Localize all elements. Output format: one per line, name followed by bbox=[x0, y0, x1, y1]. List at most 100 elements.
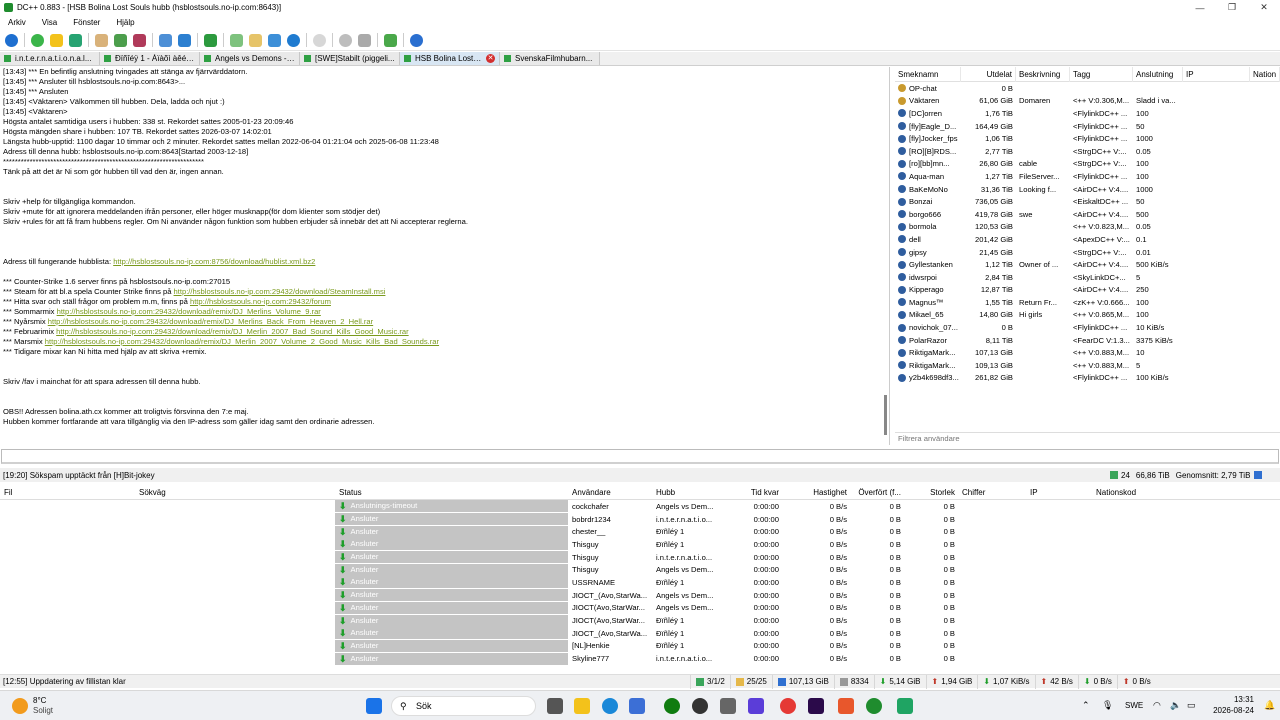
user-row[interactable]: y2b4k698df3... 261,82 GiB <FlylinkDC++ ...… bbox=[895, 372, 1280, 385]
user-row[interactable]: bormola 120,53 GiB <++ V:0.823,M... 0.05 bbox=[895, 221, 1280, 234]
tray-chevron-icon[interactable]: ⌃ bbox=[1082, 700, 1090, 711]
transfer-row[interactable]: ⬇ Ansluter Skyline777 i.n.t.e.r.n.a.t.i.o..… bbox=[0, 652, 1280, 665]
user-row[interactable]: [fly]Jocker_fps 1,06 TiB <FlylinkDC++ ... 1… bbox=[895, 132, 1280, 145]
edge-browser-icon[interactable] bbox=[602, 698, 618, 714]
dropdown-icon[interactable] bbox=[1254, 471, 1263, 479]
wifi-icon[interactable]: ◠ bbox=[1153, 700, 1161, 711]
col-ip[interactable]: IP bbox=[1026, 486, 1092, 500]
finished-downloads-icon[interactable] bbox=[114, 33, 127, 47]
settings-gear-icon[interactable] bbox=[339, 33, 352, 47]
store-icon[interactable] bbox=[629, 698, 645, 714]
col-path[interactable]: Sökväg bbox=[135, 486, 335, 500]
chat-link[interactable]: http://hsblostsouls.no-ip.com:29432/down… bbox=[48, 317, 373, 326]
transfer-row[interactable]: ⬇ Ansluter Thisguy Ðïñîéÿ 1 0:00:00 0 B/s 0 B 0… bbox=[0, 538, 1280, 551]
task-view-icon[interactable] bbox=[547, 698, 563, 714]
transfer-row[interactable]: ⬇ Ansluter USSRNAME Ðïñîéÿ 1 0:00:00 0 B/s 0 B… bbox=[0, 576, 1280, 589]
tab-angels-vs-demons[interactable]: Angels vs Demons - ... bbox=[200, 52, 300, 65]
weather-sun-icon[interactable] bbox=[12, 698, 28, 714]
speed-limit-icon[interactable] bbox=[313, 33, 326, 47]
close-button[interactable]: ✕ bbox=[1248, 0, 1280, 15]
tab-russian-hub[interactable]: Ðïñîéÿ 1 - Àïàõì àêéå... bbox=[100, 52, 200, 65]
chat-link[interactable]: http://hsblostsouls.no-ip.com:29432/down… bbox=[57, 307, 321, 316]
user-row[interactable]: PolarRazor 8,11 TiB <FearDC V:1.3... 3375 K… bbox=[895, 334, 1280, 347]
notepad-icon[interactable] bbox=[358, 33, 371, 47]
language-indicator[interactable]: SWE bbox=[1125, 701, 1143, 710]
app-icon[interactable] bbox=[748, 698, 764, 714]
open-own-list-icon[interactable] bbox=[249, 33, 262, 47]
search-icon[interactable] bbox=[159, 33, 172, 47]
tab-swe-stabilt[interactable]: [SWE]Stabilt (piggeli... bbox=[300, 52, 400, 65]
user-row[interactable]: RiktigaMark... 109,13 GiB <++ V:0.883,M...… bbox=[895, 359, 1280, 372]
col-transferred[interactable]: Överfört (f... bbox=[850, 486, 904, 500]
menu-fonster[interactable]: Fönster bbox=[65, 18, 108, 27]
chat-input[interactable] bbox=[1, 449, 1279, 464]
col-connection[interactable]: Anslutning bbox=[1133, 67, 1183, 82]
transfer-row[interactable]: ⬇ Ansluter chester__ Ðïñîéÿ 1 0:00:00 0 B/s 0 … bbox=[0, 525, 1280, 538]
notifications-icon[interactable]: 🔔 bbox=[1264, 700, 1275, 711]
menu-arkiv[interactable]: Arkiv bbox=[0, 18, 34, 27]
clock-time[interactable]: 13:31 bbox=[1230, 695, 1254, 704]
col-nation[interactable]: Nation bbox=[1250, 67, 1280, 82]
favorite-users-icon[interactable] bbox=[69, 33, 82, 47]
app-icon[interactable] bbox=[897, 698, 913, 714]
col-file[interactable]: Fil bbox=[0, 486, 135, 500]
chrome-icon[interactable] bbox=[780, 698, 796, 714]
adl-search-icon[interactable] bbox=[178, 33, 191, 47]
media-player-icon[interactable] bbox=[692, 698, 708, 714]
user-row[interactable]: [RO][B]RDS... 2,77 TiB <StrgDC++ V:... 0.05 bbox=[895, 145, 1280, 158]
xbox-icon[interactable] bbox=[664, 698, 680, 714]
maximize-button[interactable]: ❐ bbox=[1216, 0, 1248, 15]
match-queue-icon[interactable] bbox=[268, 33, 281, 47]
download-queue-icon[interactable] bbox=[95, 33, 108, 47]
col-description[interactable]: Beskrivning bbox=[1016, 67, 1070, 82]
transfer-row[interactable]: ⬇ Ansluter JIOCT(Avo,StarWar... Angels vs D… bbox=[0, 601, 1280, 615]
user-row[interactable]: Mikael_65 14,80 GiB Hi girls <++ V:0.865,M.… bbox=[895, 309, 1280, 322]
user-filter-input[interactable]: Filtrera användare bbox=[895, 432, 1280, 445]
user-row[interactable]: novichok_07... 0 B <FlylinkDC++ ... 10 KiB/… bbox=[895, 321, 1280, 334]
chat-link[interactable]: http://hsblostsouls.no-ip.com:29432/foru… bbox=[190, 297, 331, 306]
col-time-left[interactable]: Tid kvar bbox=[722, 486, 782, 500]
user-row[interactable]: RiktigaMark... 107,13 GiB <++ V:0.883,M...… bbox=[895, 346, 1280, 359]
menu-visa[interactable]: Visa bbox=[34, 18, 65, 27]
user-row[interactable]: Aqua-man 1,27 TiB FileServer... <FlylinkDC+… bbox=[895, 170, 1280, 183]
favorites-star-icon[interactable] bbox=[50, 33, 63, 47]
clock-date[interactable]: 2026-08-24 bbox=[1211, 706, 1254, 715]
close-tab-icon[interactable]: ✕ bbox=[486, 54, 495, 63]
user-row[interactable]: [DC]orren 1,76 TiB <FlylinkDC++ ... 100 bbox=[895, 107, 1280, 120]
col-hub[interactable]: Hubb bbox=[652, 486, 722, 500]
col-status[interactable]: Status bbox=[335, 486, 568, 500]
col-size[interactable]: Storlek bbox=[904, 486, 958, 500]
refresh-icon[interactable] bbox=[287, 33, 300, 47]
chat-log[interactable]: [13:43] *** En befintlig anslutning tvin… bbox=[1, 67, 890, 445]
chat-link[interactable]: http://hsblostsouls.no-ip.com:8756/downl… bbox=[113, 257, 315, 266]
taskbar-search-box[interactable]: ⚲ Sök bbox=[391, 696, 536, 716]
transfer-row[interactable]: ⬇ Ansluter bobrdr1234 i.n.t.e.r.n.a.t.i.o..… bbox=[0, 513, 1280, 526]
help-icon[interactable] bbox=[410, 33, 423, 47]
transfer-row[interactable]: ⬇ Ansluter [NL]Henkie Ðïñîéÿ 1 0:00:00 0 B/s 0… bbox=[0, 639, 1280, 653]
col-cipher[interactable]: Chiffer bbox=[958, 486, 1026, 500]
col-nick[interactable]: Smeknamn bbox=[895, 67, 961, 82]
user-row[interactable]: Magnus™ 1,55 TiB Return Fr... <zK++ V:0.666… bbox=[895, 296, 1280, 309]
chat-link[interactable]: http://hsblostsouls.no-ip.com:29432/down… bbox=[56, 327, 408, 336]
col-country-code[interactable]: Nationskod bbox=[1092, 486, 1172, 500]
tab-svenska-filmhubarna[interactable]: SvenskaFilmhubarn... bbox=[500, 52, 600, 65]
volume-icon[interactable]: 🔈 bbox=[1170, 700, 1181, 711]
user-row[interactable]: [fly]Eagle_D... 164,49 GiB <FlylinkDC++ ..… bbox=[895, 120, 1280, 133]
upload-queue-icon[interactable] bbox=[133, 33, 146, 47]
battery-icon[interactable]: ▭ bbox=[1187, 700, 1196, 711]
transfer-row[interactable]: ⬇ Ansluter JIOCT_(Avo,StarWa... Angels vs D… bbox=[0, 589, 1280, 602]
col-tag[interactable]: Tagg bbox=[1070, 67, 1133, 82]
transfer-row[interactable]: ⬇ Ansluter JIOCT(Avo,StarWar... Ðïñîéÿ 1 0:0… bbox=[0, 614, 1280, 627]
minimize-button[interactable]: — bbox=[1184, 0, 1216, 15]
public-hubs-icon[interactable] bbox=[31, 33, 44, 47]
transfer-row[interactable]: ⬇ Ansluter JIOCT_(Avo,StarWa... Ðïñîéÿ 1 0:0… bbox=[0, 627, 1280, 640]
transfer-row[interactable]: ⬇ Ansluter Thisguy Angels vs Dem... 0:00:00 0… bbox=[0, 563, 1280, 576]
user-row[interactable]: [ro][bb]mn... 26,80 GiB cable <StrgDC++ V:.… bbox=[895, 158, 1280, 171]
transfer-row[interactable]: ⬇ Ansluter Thisguy i.n.t.e.r.n.a.t.i.o... 0:… bbox=[0, 551, 1280, 564]
app-icon[interactable] bbox=[838, 698, 854, 714]
user-row[interactable]: dell 201,42 GiB <ApexDC++ V:... 0.1 bbox=[895, 233, 1280, 246]
video-app-icon[interactable] bbox=[720, 698, 736, 714]
user-row[interactable]: borgo666 419,78 GiB swe <AirDC++ V:4.... 500 bbox=[895, 208, 1280, 221]
col-shared[interactable]: Utdelat bbox=[961, 67, 1016, 82]
back-icon[interactable] bbox=[5, 33, 18, 47]
